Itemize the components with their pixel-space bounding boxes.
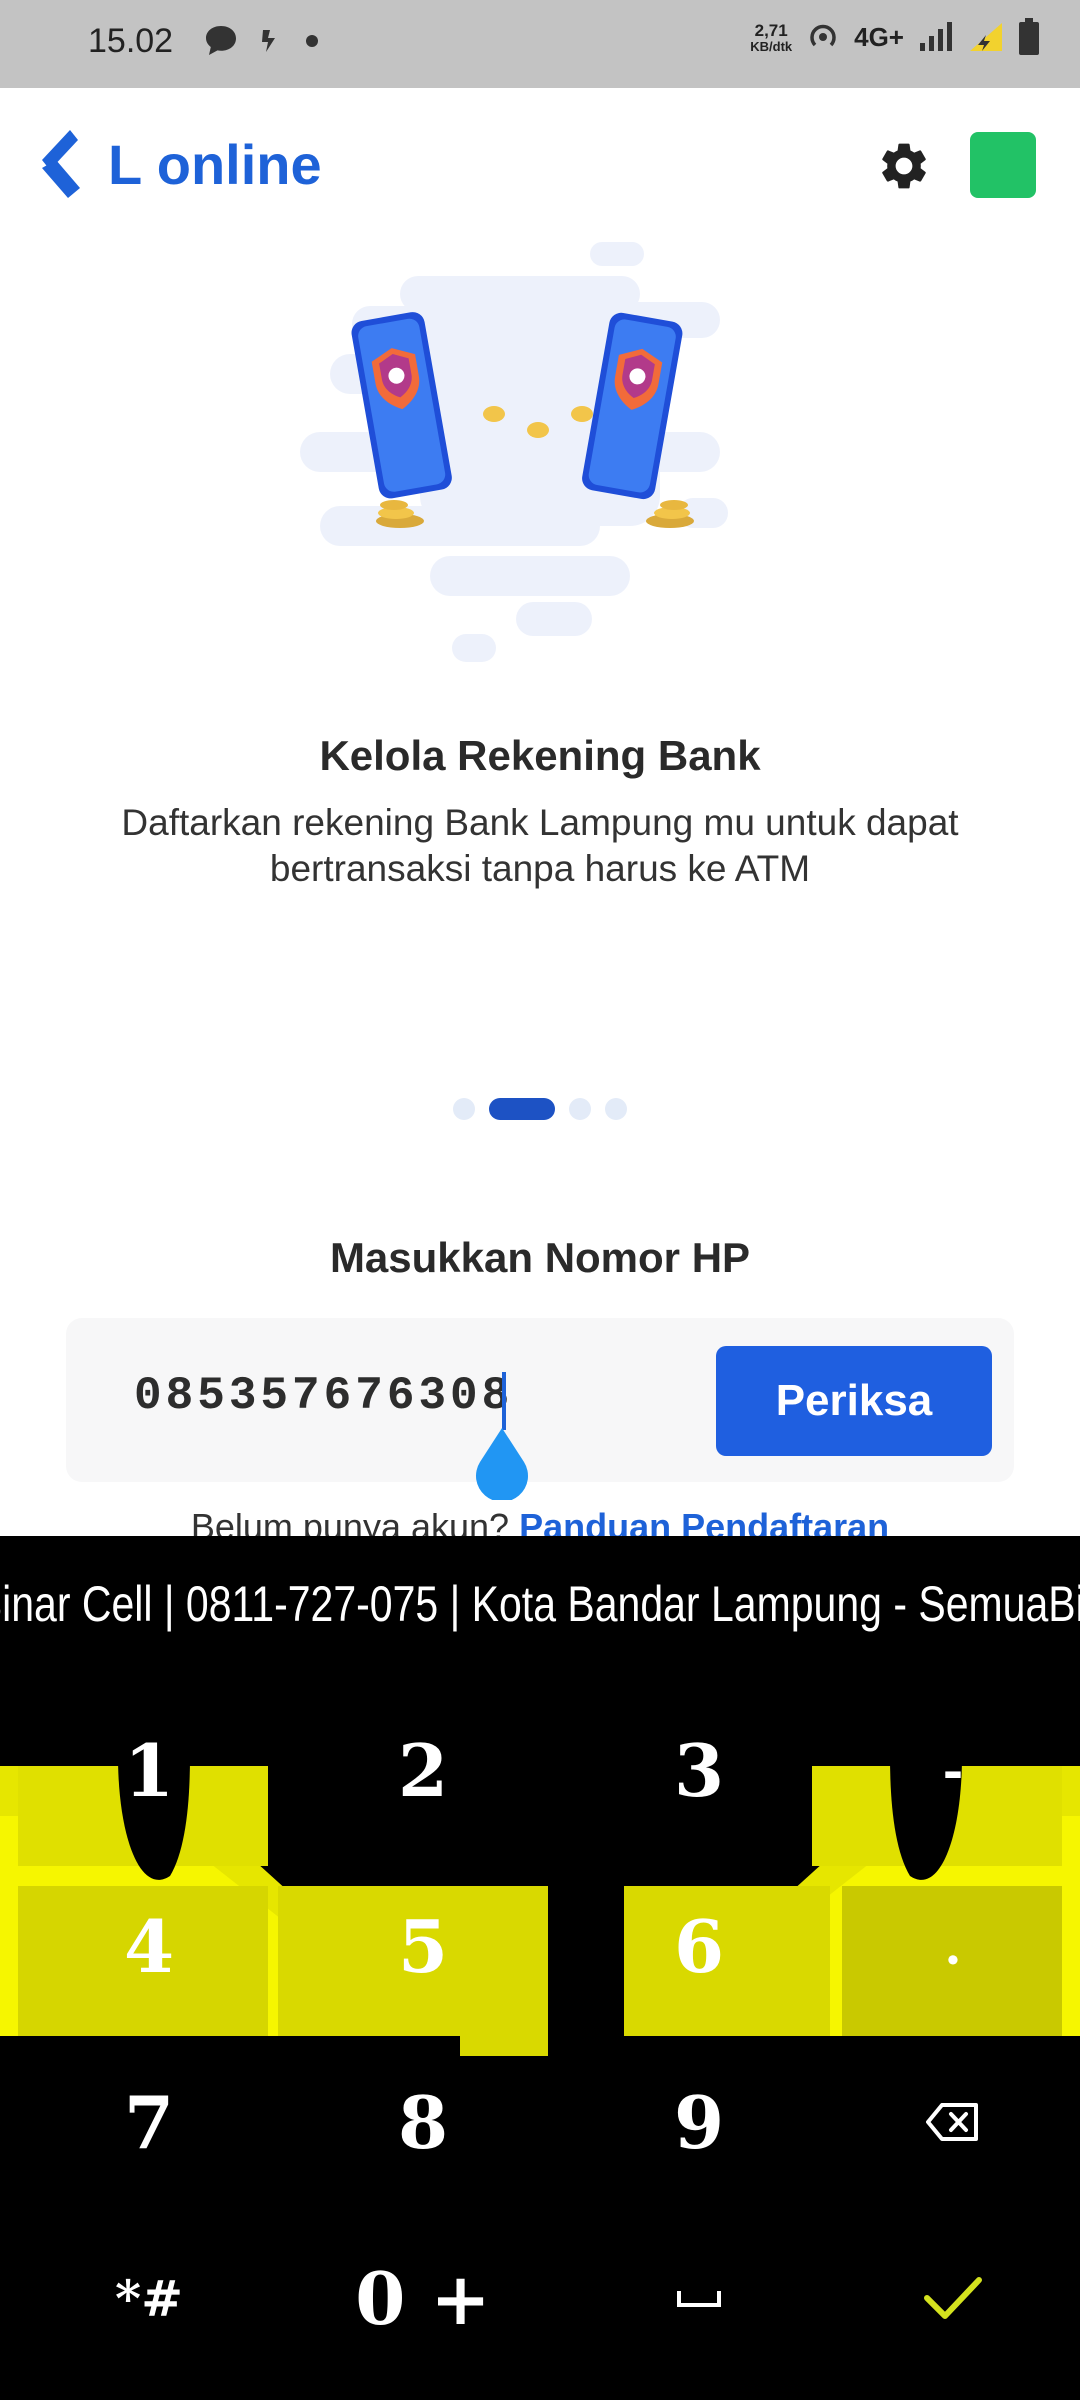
key-8[interactable]: 8 [288,2034,558,2210]
backspace-key[interactable] [818,2034,1080,2210]
key-symbols[interactable]: *# [14,2210,284,2386]
registration-guide-link[interactable]: Panduan Pendaftaran [519,1506,889,1536]
key-9[interactable]: 9 [564,2034,834,2210]
onboarding-description: Daftarkan rekening Bank Lampung mu untuk… [121,802,959,889]
network-speed: 2,71 KB/dtk [750,20,793,54]
signal-secondary-icon [970,23,1002,51]
key-0[interactable]: 0 + [288,2210,558,2386]
app-notification-icon [262,30,275,52]
logo-mark-icon [42,130,80,198]
hotspot-icon [810,24,836,47]
bank-transfer-illustration [300,242,728,662]
carousel-dot[interactable] [569,1098,591,1120]
text-cursor [502,1372,506,1430]
check-button[interactable]: Periksa [716,1346,992,1456]
battery-icon [1019,18,1039,55]
key-3[interactable]: 3 [564,1682,834,1858]
status-bar: 15.02 2,71 KB/dtk 4G+ [0,0,1080,88]
signal-icon [920,22,952,51]
carousel-dot-active[interactable] [489,1098,555,1120]
numeric-keyboard: "Sinar Cell | 0811-727-075 | Kota Bandar… [0,1536,1080,2400]
done-key[interactable] [818,2210,1080,2386]
carousel-indicator [0,1098,1080,1120]
key-5[interactable]: 5 [288,1858,558,2034]
key-7[interactable]: 7 [14,2034,284,2210]
backspace-icon [926,2103,978,2141]
more-notifications-icon [306,35,318,47]
keyboard-banner: "Sinar Cell | 0811-727-075 | Kota Bandar… [0,1576,1080,1632]
logo-text: L online [108,132,322,196]
onboarding-title: Kelola Rekening Bank [319,732,761,779]
space-icon [677,2291,721,2307]
carousel-dot[interactable] [605,1098,627,1120]
settings-button[interactable] [876,138,932,194]
chat-bubble-icon [206,26,236,55]
key-period[interactable]: . [818,1858,1080,2034]
gear-icon [882,143,926,189]
status-time: 15.02 [88,22,174,60]
phone-number-input[interactable]: 085357676308 [134,1370,513,1422]
check-icon [924,2277,982,2319]
cursor-handle-icon[interactable] [472,1428,532,1500]
carousel-dot[interactable] [453,1098,475,1120]
key-minus[interactable]: - [818,1682,1080,1858]
profile-button[interactable] [970,132,1036,198]
key-4[interactable]: 4 [14,1858,284,2034]
key-6[interactable]: 6 [564,1858,834,2034]
phone-label: Masukkan Nomor HP [329,1234,751,1281]
key-1[interactable]: 1 [14,1682,284,1858]
register-prompt: Belum punya akun? Panduan Pendaftaran [0,1506,1080,1536]
network-type: 4G+ [854,21,904,52]
space-key[interactable] [564,2210,834,2386]
app-logo: L online [40,130,322,198]
key-2[interactable]: 2 [288,1682,558,1858]
